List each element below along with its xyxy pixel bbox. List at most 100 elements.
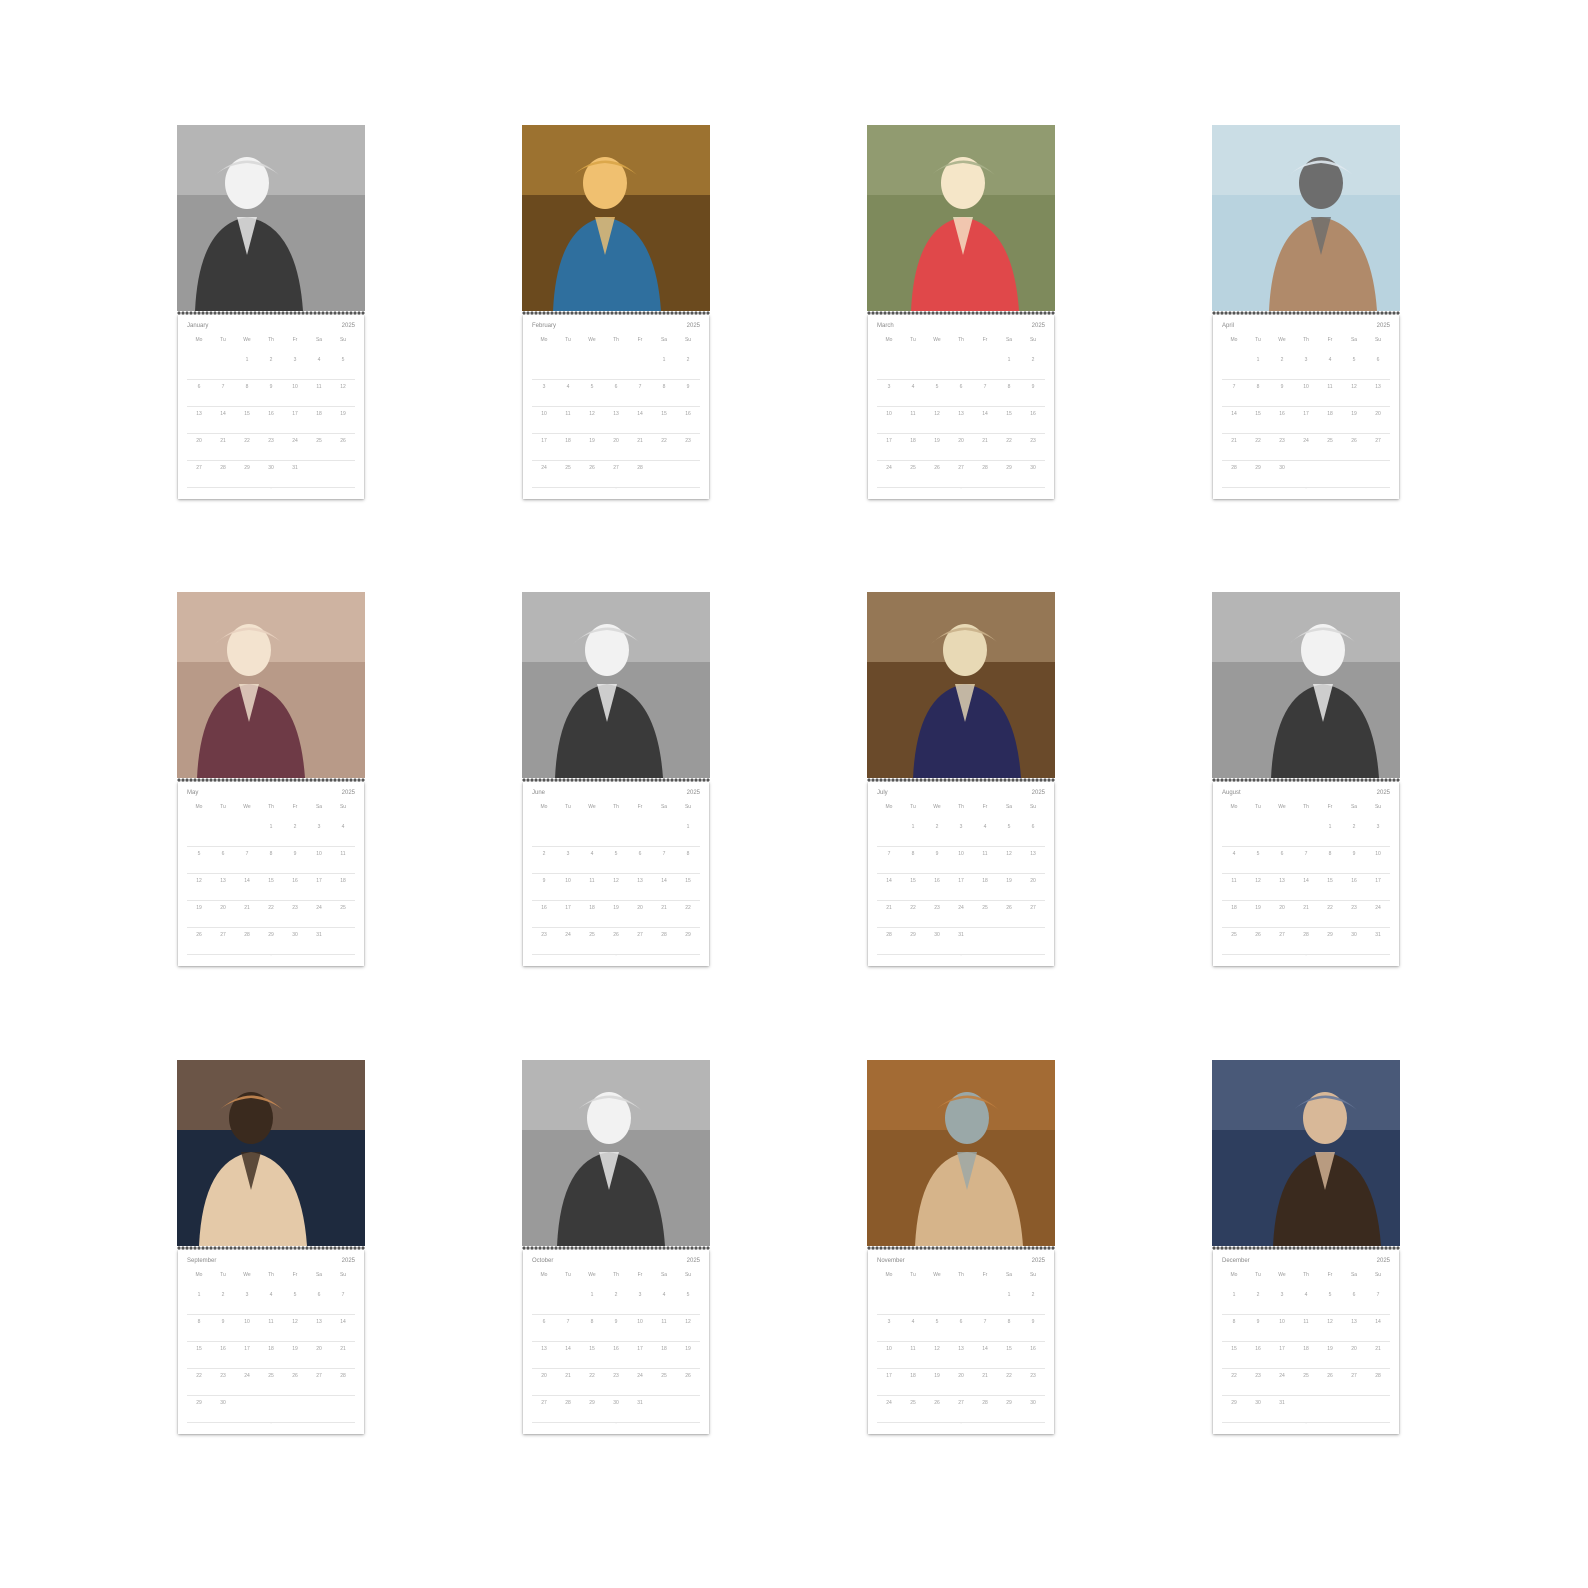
week-row: 1 2 3 4 5 [532, 1288, 700, 1315]
portrait-photo-illustration [867, 592, 1055, 778]
month-name: July [877, 790, 888, 796]
date-cell: 24 [1279, 1373, 1285, 1379]
date-cell: 30 [1351, 932, 1357, 938]
date-cell: 4 [911, 1319, 915, 1325]
year-label: 2025 [1031, 323, 1045, 329]
date-cell: 11 [589, 878, 595, 884]
date-cell: 29 [244, 465, 250, 471]
date-cell: 24 [1375, 905, 1381, 911]
calendar-grid-sheet: June 2025 Mo Tu We Th Fr Sa Su 1 2 3 4 5 6 7 8 9 10 11 12 13 1… [523, 782, 709, 966]
date-cell: 19 [613, 905, 619, 911]
date-cell: 18 [910, 1373, 916, 1379]
week-row: 22 23 24 25 26 27 28 [187, 1369, 355, 1396]
sheet-header: October 2025 [532, 1258, 700, 1268]
date-cell: 29 [685, 932, 691, 938]
date-cell: 7 [1232, 384, 1236, 390]
date-cell: 16 [292, 878, 298, 884]
date-cell: 28 [220, 465, 226, 471]
date-cell: 29 [1006, 1400, 1012, 1406]
date-cell: 18 [340, 878, 346, 884]
date-cell: 14 [565, 1346, 571, 1352]
date-cell: 4 [662, 1292, 666, 1298]
date-cell: 27 [220, 932, 226, 938]
calendar-grid-sheet: August 2025 Mo Tu We Th Fr Sa Su 1 2 3 4 5 6 7 8 9 10 11 12 1… [1213, 782, 1399, 966]
year-label: 2025 [1031, 790, 1045, 796]
spiral-binding [522, 309, 710, 317]
date-cell: 18 [1327, 411, 1333, 417]
weekday-label: Tu [220, 804, 226, 810]
week-row: 1 2 3 4 5 6 7 [1222, 1288, 1390, 1315]
portrait-photo-illustration [522, 1060, 710, 1246]
date-cell: 14 [244, 878, 250, 884]
year-label: 2025 [1376, 1258, 1390, 1264]
weekday-header-row: Mo Tu We Th Fr Sa Su [187, 337, 355, 343]
portrait-photo-illustration [1212, 125, 1400, 311]
date-cell: 12 [1327, 1319, 1333, 1325]
date-cell: 23 [1255, 1373, 1261, 1379]
month-october: October 2025 Mo Tu We Th Fr Sa Su 1 2 3 4 5 6 7 8 9 10 11 12… [522, 1060, 710, 1434]
date-cell: 3 [542, 384, 546, 390]
sheet-header: September 2025 [187, 1258, 355, 1268]
date-cell: 28 [1231, 465, 1237, 471]
date-cell: 24 [886, 1400, 892, 1406]
week-row: 14 15 16 17 18 19 20 [1222, 407, 1390, 434]
week-row: 21 22 23 24 25 26 27 [877, 901, 1045, 928]
date-cell: 9 [1031, 384, 1035, 390]
date-cell: 16 [1255, 1346, 1261, 1352]
portrait-photo-illustration [867, 1060, 1055, 1246]
date-cell: 6 [1376, 357, 1380, 363]
month-photo [867, 592, 1055, 778]
footer-mark: · [960, 1421, 962, 1426]
date-cell: 17 [958, 878, 964, 884]
week-row: 1 2 3 [1222, 820, 1390, 847]
date-cell: 30 [292, 932, 298, 938]
date-cell: 5 [686, 1292, 690, 1298]
month-name: March [877, 323, 894, 329]
date-cell: 17 [292, 411, 298, 417]
date-cell: 11 [1327, 384, 1333, 390]
date-cell: 1 [1007, 357, 1011, 363]
date-cell: 29 [589, 1400, 595, 1406]
date-cell: 24 [886, 465, 892, 471]
weekday-label: We [933, 1272, 941, 1278]
weekday-label: We [1278, 337, 1286, 343]
calendar-grid-sheet: March 2025 Mo Tu We Th Fr Sa Su 1 2 3 4 5 6 7 8 9 10 11 12 13… [868, 315, 1054, 499]
date-cell: 10 [541, 411, 547, 417]
month-may: May 2025 Mo Tu We Th Fr Sa Su 1 2 3 4 5 6 7 8 9 10 11 12 13 14… [177, 592, 365, 966]
weekday-label: Su [1374, 804, 1382, 810]
spiral-binding [867, 1244, 1055, 1252]
date-cell: 19 [589, 438, 595, 444]
portrait-photo-illustration [1212, 592, 1400, 778]
year-label: 2025 [341, 1258, 355, 1264]
month-photo [177, 1060, 365, 1246]
date-cell: 25 [910, 1400, 916, 1406]
date-cell: 15 [268, 878, 274, 884]
weekday-label: Sa [660, 804, 668, 810]
weekday-label: Su [1029, 337, 1037, 343]
footer-mark: · [270, 1421, 272, 1426]
weekday-header-row: Mo Tu We Th Fr Sa Su [1222, 1272, 1390, 1278]
date-cell: 26 [1327, 1373, 1333, 1379]
week-row: 6 7 8 9 10 11 12 [187, 380, 355, 407]
date-cell: 2 [1031, 357, 1035, 363]
date-cell: 1 [197, 1292, 201, 1298]
spiral-binding [1212, 776, 1400, 784]
date-cell: 7 [638, 384, 642, 390]
weekday-label: Su [684, 337, 692, 343]
date-cell: 15 [196, 1346, 202, 1352]
week-row: 12 [532, 353, 700, 380]
date-cell: 10 [565, 878, 571, 884]
date-cell: 13 [1351, 1319, 1357, 1325]
week-row: 17 18 19 20 21 22 23 [877, 434, 1045, 461]
date-cell: 4 [566, 384, 570, 390]
date-cell: 17 [565, 905, 571, 911]
date-cell: 5 [614, 851, 618, 857]
date-cell: 30 [934, 932, 940, 938]
sheet-header: December 2025 [1222, 1258, 1390, 1268]
date-cell: 12 [1006, 851, 1012, 857]
portrait-photo-illustration [522, 125, 710, 311]
date-cell: 11 [910, 1346, 916, 1352]
date-cell: 25 [1303, 1373, 1309, 1379]
date-cell: 21 [1231, 438, 1237, 444]
date-cell: 6 [959, 1319, 963, 1325]
